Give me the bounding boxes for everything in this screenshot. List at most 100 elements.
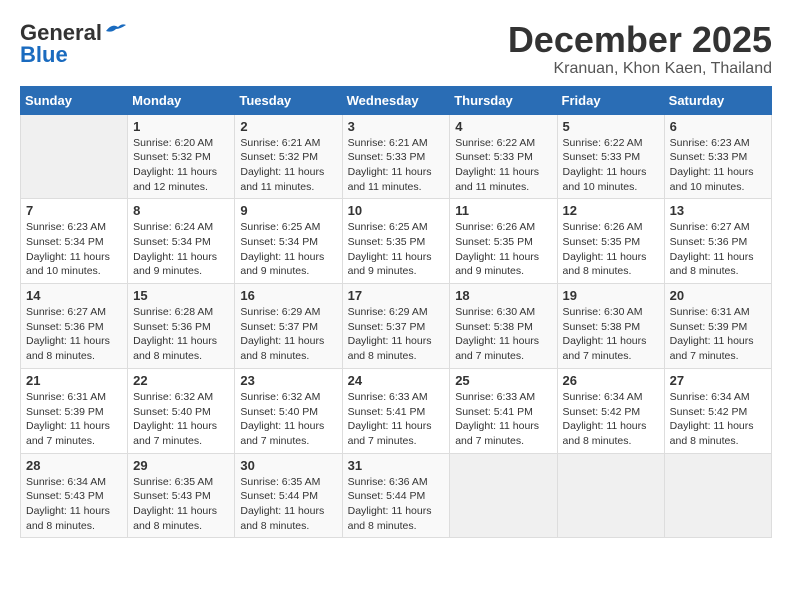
header-saturday: Saturday — [664, 86, 771, 114]
day-number: 1 — [133, 119, 229, 134]
calendar-cell: 6Sunrise: 6:23 AMSunset: 5:33 PMDaylight… — [664, 114, 771, 199]
calendar-cell: 8 Sunrise: 6:24 AMSunset: 5:34 PMDaylight… — [128, 199, 235, 284]
day-info: Sunrise: 6:32 AMSunset: 5:40 PMDaylight:… — [133, 390, 229, 449]
calendar-header-row: SundayMondayTuesdayWednesdayThursdayFrid… — [21, 86, 772, 114]
day-number: 16 — [240, 288, 336, 303]
day-number: 5 — [563, 119, 659, 134]
week-row-2: 7 Sunrise: 6:23 AMSunset: 5:34 PMDaylight… — [21, 199, 772, 284]
day-number: 30 — [240, 458, 336, 473]
day-info: Sunrise: 6:27 AMSunset: 5:36 PMDaylight:… — [670, 220, 766, 279]
day-number: 28 — [26, 458, 122, 473]
day-info: Sunrise: 6:21 AMSunset: 5:33 PMDaylight:… — [348, 136, 445, 195]
page-header: General Blue December 2025 Kranuan, Khon… — [20, 20, 772, 78]
calendar-cell: 20 Sunrise: 6:31 AMSunset: 5:39 PMDayligh… — [664, 284, 771, 369]
calendar-cell: 16 Sunrise: 6:29 AMSunset: 5:37 PMDayligh… — [235, 284, 342, 369]
day-number: 8 — [133, 203, 229, 218]
day-info: Sunrise: 6:31 AMSunset: 5:39 PMDaylight:… — [670, 305, 766, 364]
calendar-cell: 21 Sunrise: 6:31 AMSunset: 5:39 PMDayligh… — [21, 368, 128, 453]
header-thursday: Thursday — [450, 86, 557, 114]
logo-bird-icon — [104, 21, 126, 39]
day-info: Sunrise: 6:26 AMSunset: 5:35 PMDaylight:… — [455, 220, 551, 279]
calendar-cell — [557, 453, 664, 538]
day-info: Sunrise: 6:32 AMSunset: 5:40 PMDaylight:… — [240, 390, 336, 449]
day-info: Sunrise: 6:29 AMSunset: 5:37 PMDaylight:… — [348, 305, 445, 364]
calendar-cell: 19 Sunrise: 6:30 AMSunset: 5:38 PMDayligh… — [557, 284, 664, 369]
day-number: 3 — [348, 119, 445, 134]
calendar-cell: 22 Sunrise: 6:32 AMSunset: 5:40 PMDayligh… — [128, 368, 235, 453]
day-number: 27 — [670, 373, 766, 388]
day-info: Sunrise: 6:30 AMSunset: 5:38 PMDaylight:… — [563, 305, 659, 364]
day-info: Sunrise: 6:25 AMSunset: 5:35 PMDaylight:… — [348, 220, 445, 279]
calendar-cell — [450, 453, 557, 538]
calendar-cell: 24 Sunrise: 6:33 AMSunset: 5:41 PMDayligh… — [342, 368, 450, 453]
day-info: Sunrise: 6:31 AMSunset: 5:39 PMDaylight:… — [26, 390, 122, 449]
title-block: December 2025 Kranuan, Khon Kaen, Thaila… — [508, 20, 772, 78]
calendar-cell: 7 Sunrise: 6:23 AMSunset: 5:34 PMDaylight… — [21, 199, 128, 284]
day-info: Sunrise: 6:20 AMSunset: 5:32 PMDaylight:… — [133, 136, 229, 195]
calendar-table: SundayMondayTuesdayWednesdayThursdayFrid… — [20, 86, 772, 539]
day-number: 9 — [240, 203, 336, 218]
day-number: 13 — [670, 203, 766, 218]
day-number: 20 — [670, 288, 766, 303]
calendar-cell: 11Sunrise: 6:26 AMSunset: 5:35 PMDayligh… — [450, 199, 557, 284]
calendar-cell: 12 Sunrise: 6:26 AMSunset: 5:35 PMDayligh… — [557, 199, 664, 284]
calendar-cell: 30 Sunrise: 6:35 AMSunset: 5:44 PMDayligh… — [235, 453, 342, 538]
day-number: 10 — [348, 203, 445, 218]
header-sunday: Sunday — [21, 86, 128, 114]
day-number: 23 — [240, 373, 336, 388]
day-info: Sunrise: 6:34 AMSunset: 5:43 PMDaylight:… — [26, 475, 122, 534]
day-info: Sunrise: 6:28 AMSunset: 5:36 PMDaylight:… — [133, 305, 229, 364]
day-info: Sunrise: 6:36 AMSunset: 5:44 PMDaylight:… — [348, 475, 445, 534]
calendar-cell: 2 Sunrise: 6:21 AMSunset: 5:32 PMDaylight… — [235, 114, 342, 199]
calendar-cell — [664, 453, 771, 538]
day-number: 2 — [240, 119, 336, 134]
logo-blue: Blue — [20, 42, 68, 68]
calendar-cell: 10 Sunrise: 6:25 AMSunset: 5:35 PMDayligh… — [342, 199, 450, 284]
month-title: December 2025 — [508, 20, 772, 60]
day-info: Sunrise: 6:21 AMSunset: 5:32 PMDaylight:… — [240, 136, 336, 195]
day-number: 22 — [133, 373, 229, 388]
day-info: Sunrise: 6:29 AMSunset: 5:37 PMDaylight:… — [240, 305, 336, 364]
week-row-4: 21 Sunrise: 6:31 AMSunset: 5:39 PMDayligh… — [21, 368, 772, 453]
day-number: 31 — [348, 458, 445, 473]
day-number: 21 — [26, 373, 122, 388]
day-number: 7 — [26, 203, 122, 218]
calendar-cell: 26Sunrise: 6:34 AMSunset: 5:42 PMDayligh… — [557, 368, 664, 453]
calendar-cell: 1 Sunrise: 6:20 AMSunset: 5:32 PMDaylight… — [128, 114, 235, 199]
calendar-cell: 27 Sunrise: 6:34 AMSunset: 5:42 PMDayligh… — [664, 368, 771, 453]
calendar-cell: 23 Sunrise: 6:32 AMSunset: 5:40 PMDayligh… — [235, 368, 342, 453]
calendar-cell: 15 Sunrise: 6:28 AMSunset: 5:36 PMDayligh… — [128, 284, 235, 369]
day-info: Sunrise: 6:30 AMSunset: 5:38 PMDaylight:… — [455, 305, 551, 364]
day-number: 25 — [455, 373, 551, 388]
day-number: 12 — [563, 203, 659, 218]
header-tuesday: Tuesday — [235, 86, 342, 114]
calendar-cell: 3 Sunrise: 6:21 AMSunset: 5:33 PMDaylight… — [342, 114, 450, 199]
calendar-cell: 13 Sunrise: 6:27 AMSunset: 5:36 PMDayligh… — [664, 199, 771, 284]
day-number: 15 — [133, 288, 229, 303]
day-number: 4 — [455, 119, 551, 134]
day-number: 18 — [455, 288, 551, 303]
calendar-cell: 17 Sunrise: 6:29 AMSunset: 5:37 PMDayligh… — [342, 284, 450, 369]
day-number: 14 — [26, 288, 122, 303]
day-info: Sunrise: 6:22 AMSunset: 5:33 PMDaylight:… — [563, 136, 659, 195]
day-number: 6 — [670, 119, 766, 134]
day-info: Sunrise: 6:35 AMSunset: 5:44 PMDaylight:… — [240, 475, 336, 534]
logo: General Blue — [20, 20, 126, 68]
day-info: Sunrise: 6:35 AMSunset: 5:43 PMDaylight:… — [133, 475, 229, 534]
day-number: 17 — [348, 288, 445, 303]
day-number: 19 — [563, 288, 659, 303]
day-info: Sunrise: 6:33 AMSunset: 5:41 PMDaylight:… — [348, 390, 445, 449]
header-wednesday: Wednesday — [342, 86, 450, 114]
day-info: Sunrise: 6:34 AMSunset: 5:42 PMDaylight:… — [670, 390, 766, 449]
day-info: Sunrise: 6:25 AMSunset: 5:34 PMDaylight:… — [240, 220, 336, 279]
day-number: 29 — [133, 458, 229, 473]
day-info: Sunrise: 6:24 AMSunset: 5:34 PMDaylight:… — [133, 220, 229, 279]
day-info: Sunrise: 6:26 AMSunset: 5:35 PMDaylight:… — [563, 220, 659, 279]
day-info: Sunrise: 6:27 AMSunset: 5:36 PMDaylight:… — [26, 305, 122, 364]
day-info: Sunrise: 6:34 AMSunset: 5:42 PMDaylight:… — [563, 390, 659, 449]
day-info: Sunrise: 6:22 AMSunset: 5:33 PMDaylight:… — [455, 136, 551, 195]
calendar-cell: 28 Sunrise: 6:34 AMSunset: 5:43 PMDayligh… — [21, 453, 128, 538]
day-number: 24 — [348, 373, 445, 388]
week-row-1: 1 Sunrise: 6:20 AMSunset: 5:32 PMDaylight… — [21, 114, 772, 199]
day-info: Sunrise: 6:23 AMSunset: 5:34 PMDaylight:… — [26, 220, 122, 279]
